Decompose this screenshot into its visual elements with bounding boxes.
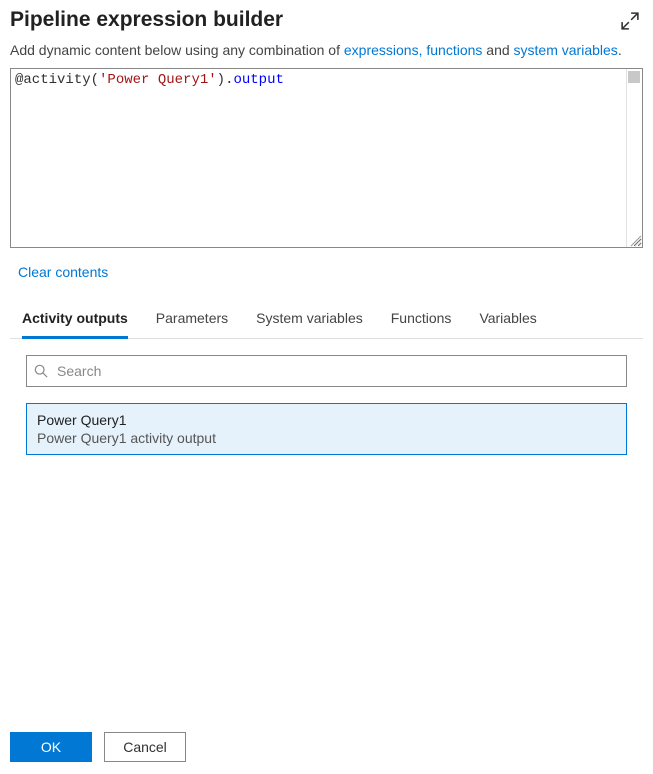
expression-builder-panel: Pipeline expression builder Add dynamic … — [0, 0, 653, 774]
search-wrap — [26, 355, 627, 387]
expression-editor[interactable]: @activity('Power Query1').output — [10, 68, 643, 248]
search-input[interactable] — [26, 355, 627, 387]
page-title: Pipeline expression builder — [10, 8, 283, 32]
tab-parameters[interactable]: Parameters — [156, 300, 228, 339]
token-argument: 'Power Query1' — [99, 72, 217, 88]
token-open: ( — [91, 72, 99, 88]
subtitle: Add dynamic content below using any comb… — [10, 42, 643, 58]
tab-bar: Activity outputs Parameters System varia… — [10, 300, 643, 339]
token-close: ) — [217, 72, 225, 88]
result-title: Power Query1 — [37, 412, 616, 428]
result-description: Power Query1 activity output — [37, 430, 616, 446]
footer-buttons: OK Cancel — [10, 732, 186, 762]
expand-icon[interactable] — [621, 12, 639, 30]
subtitle-text-1: Add dynamic content below using any comb… — [10, 42, 344, 58]
tab-activity-outputs[interactable]: Activity outputs — [22, 300, 128, 339]
clear-contents-link[interactable]: Clear contents — [18, 264, 643, 280]
result-item-power-query1[interactable]: Power Query1 Power Query1 activity outpu… — [26, 403, 627, 455]
ok-button[interactable]: OK — [10, 732, 92, 762]
editor-scroll-thumb[interactable] — [628, 71, 640, 83]
resize-handle-icon — [628, 233, 642, 247]
editor-scrollbar[interactable] — [626, 69, 642, 247]
cancel-button[interactable]: Cancel — [104, 732, 186, 762]
token-property: output — [233, 72, 283, 88]
header-row: Pipeline expression builder — [10, 8, 643, 42]
subtitle-text-3: . — [618, 42, 622, 58]
subtitle-text-2: and — [482, 42, 513, 58]
expressions-functions-link[interactable]: expressions, functions — [344, 42, 483, 58]
tab-variables[interactable]: Variables — [479, 300, 536, 339]
system-variables-link[interactable]: system variables — [514, 42, 618, 58]
token-function: activity — [23, 72, 90, 88]
search-icon — [34, 364, 48, 378]
results-list: Power Query1 Power Query1 activity outpu… — [26, 403, 627, 455]
tab-system-variables[interactable]: System variables — [256, 300, 363, 339]
tab-functions[interactable]: Functions — [391, 300, 452, 339]
